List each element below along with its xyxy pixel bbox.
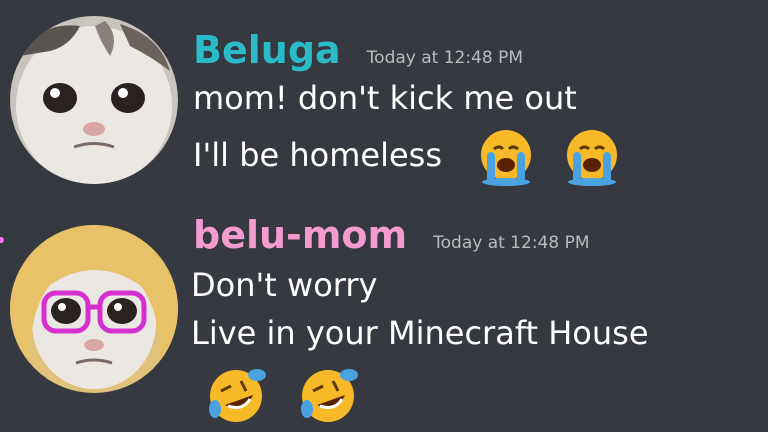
- unread-indicator: [0, 237, 4, 243]
- message-header: Beluga Today at 12:48 PM: [193, 28, 523, 72]
- username[interactable]: Beluga: [193, 28, 341, 72]
- username[interactable]: belu-mom: [193, 213, 407, 257]
- timestamp[interactable]: Today at 12:48 PM: [367, 48, 523, 68]
- rolling-on-floor-laughing-icon: [297, 365, 359, 427]
- rolling-on-floor-laughing-icon: [205, 365, 267, 427]
- message-text: I'll be homeless: [193, 136, 442, 174]
- message-header: belu-mom Today at 12:48 PM: [193, 213, 590, 257]
- emoji-line: [205, 365, 359, 427]
- avatar-belu-mom[interactable]: [10, 225, 178, 393]
- message-belu-mom: belu-mom Today at 12:48 PM Don't worry L…: [0, 205, 768, 432]
- message-line: Live in your Minecraft House: [191, 314, 649, 352]
- beluga-cat-avatar-image: [10, 16, 178, 184]
- loudly-crying-face-icon: [562, 127, 622, 187]
- message-line: Don't worry: [191, 266, 378, 304]
- belu-mom-avatar-image: [10, 225, 178, 393]
- timestamp[interactable]: Today at 12:48 PM: [433, 233, 589, 253]
- avatar-beluga[interactable]: [10, 16, 178, 184]
- message-beluga: Beluga Today at 12:48 PM mom! don't kick…: [0, 0, 768, 205]
- message-line: mom! don't kick me out: [193, 79, 577, 117]
- loudly-crying-face-icon: [476, 127, 536, 187]
- message-line-with-emoji: I'll be homeless: [193, 127, 622, 187]
